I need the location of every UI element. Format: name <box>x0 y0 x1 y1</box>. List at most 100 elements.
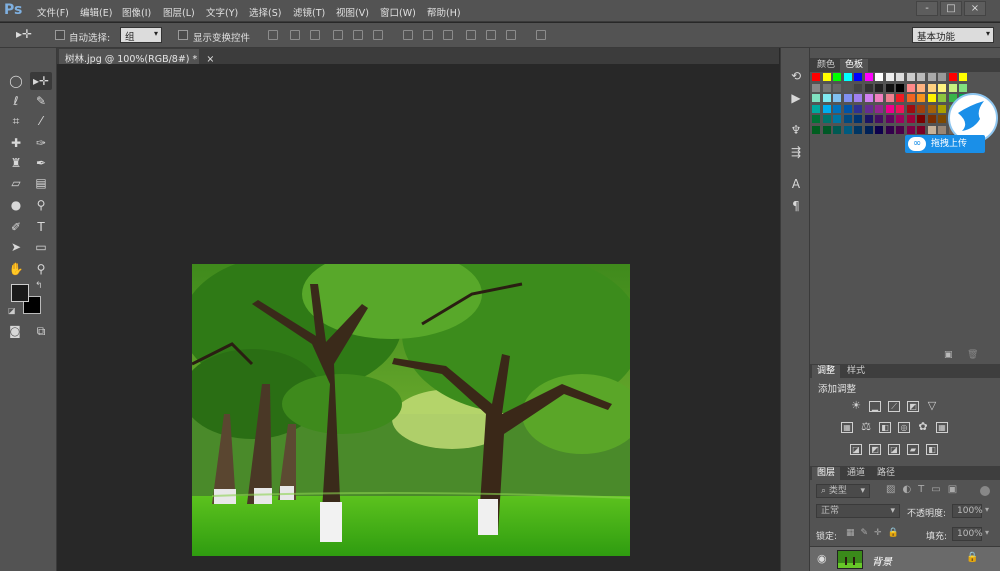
swatch-cell[interactable] <box>843 104 852 113</box>
menu-view[interactable]: 视图(V) <box>336 5 369 19</box>
distribute-top-icon[interactable] <box>403 30 413 40</box>
swatch-cell[interactable] <box>927 73 936 81</box>
lasso-tool-icon[interactable]: ℓ <box>5 92 27 110</box>
rectangle-tool-icon[interactable]: ▭ <box>30 238 52 256</box>
swatch-cell[interactable] <box>875 73 883 81</box>
swatch-cell[interactable] <box>906 83 915 92</box>
blend-mode-dropdown[interactable]: 正常 ▾ <box>816 504 900 518</box>
swatch-cell[interactable] <box>833 115 841 123</box>
path-select-tool-icon[interactable]: ➤ <box>5 238 27 256</box>
delete-swatch-icon[interactable]: 🗑 <box>967 350 978 360</box>
swatch-cell[interactable] <box>959 83 967 92</box>
hue-saturation-icon[interactable]: ▦ <box>841 422 853 433</box>
document-tab[interactable]: 树林.jpg @ 100%(RGB/8#) * × <box>59 49 214 65</box>
pen-tool-icon[interactable]: ✐ <box>5 218 27 236</box>
swatch-cell[interactable] <box>843 73 852 81</box>
levels-icon[interactable]: ▁ <box>869 401 881 412</box>
swatch-cell[interactable] <box>885 115 894 123</box>
upload-widget[interactable]: 拖拽上传 ∞ <box>904 93 1000 155</box>
exposure-icon[interactable]: ◩ <box>907 401 919 412</box>
layer-filter-icons[interactable]: ▨◐T▭▣ <box>886 484 964 495</box>
swatch-cell[interactable] <box>833 83 841 92</box>
swatch-cell[interactable] <box>833 104 841 113</box>
fill-input[interactable]: 100% <box>952 527 983 541</box>
paragraph-panel-icon[interactable]: ¶ <box>787 198 805 214</box>
swatch-cell[interactable] <box>938 83 946 92</box>
show-transform-checkbox[interactable] <box>178 30 188 40</box>
swatch-cell[interactable] <box>854 94 862 102</box>
distribute-hcenter-icon[interactable] <box>486 30 496 40</box>
color-lookup-icon[interactable]: ▦ <box>936 422 948 433</box>
swatch-cell[interactable] <box>854 83 862 92</box>
workspace-dropdown[interactable]: 基本功能 ▾ <box>912 27 994 43</box>
distribute-left-icon[interactable] <box>466 30 476 40</box>
swatch-cell[interactable] <box>864 73 873 81</box>
curves-icon[interactable]: ⟋ <box>888 401 900 412</box>
menu-layer[interactable]: 图层(L) <box>163 5 195 19</box>
type-tool-icon[interactable]: T <box>30 218 52 236</box>
black-white-icon[interactable]: ◧ <box>879 422 891 433</box>
clone-stamp-tool-icon[interactable]: ♜ <box>5 154 27 172</box>
swatch-cell[interactable] <box>843 125 852 134</box>
swatch-cell[interactable] <box>885 125 894 134</box>
tab-paths[interactable]: 路径 <box>872 467 900 480</box>
swatch-cell[interactable] <box>822 83 831 92</box>
tab-color[interactable]: 颜色 <box>812 59 840 72</box>
swatch-cell[interactable] <box>875 125 883 134</box>
distribute-right-icon[interactable] <box>506 30 516 40</box>
canvas-area[interactable] <box>57 64 779 571</box>
new-swatch-icon[interactable]: ▣ <box>944 350 953 360</box>
swatch-cell[interactable] <box>854 104 862 113</box>
swatch-cell[interactable] <box>917 73 925 81</box>
swatch-cell[interactable] <box>843 115 852 123</box>
distribute-bottom-icon[interactable] <box>443 30 453 40</box>
tab-adjustments[interactable]: 调整 <box>812 365 841 378</box>
color-balance-icon[interactable]: ⚖ <box>860 421 872 433</box>
distribute-vcenter-icon[interactable] <box>423 30 433 40</box>
threshold-icon[interactable]: ◪ <box>888 444 900 455</box>
eyedropper-tool-icon[interactable]: ⁄ <box>30 112 52 130</box>
swatch-cell[interactable] <box>875 104 883 113</box>
swatch-cell[interactable] <box>812 115 820 123</box>
align-vcenter-icon[interactable] <box>290 30 300 40</box>
blur-tool-icon[interactable]: ● <box>5 196 27 214</box>
maximize-button[interactable]: □ <box>940 1 962 16</box>
swatch-cell[interactable] <box>812 73 820 81</box>
swatch-cell[interactable] <box>896 94 904 102</box>
auto-select-dropdown[interactable]: 组 ▾ <box>120 27 162 43</box>
layer-row[interactable]: ◉ 背景 🔒 <box>810 546 1000 571</box>
swatch-cell[interactable] <box>896 125 904 134</box>
posterize-icon[interactable]: ◩ <box>869 444 881 455</box>
swatch-cell[interactable] <box>885 94 894 102</box>
history-panel-icon[interactable]: ⟲ <box>787 68 805 84</box>
move-tool-preset-icon[interactable]: ▸✛ <box>16 27 32 41</box>
eraser-tool-icon[interactable]: ▱ <box>5 174 27 192</box>
healing-brush-tool-icon[interactable]: ✚ <box>5 134 27 152</box>
swatch-cell[interactable] <box>812 83 820 92</box>
swatch-cell[interactable] <box>822 94 831 102</box>
quick-mask-icon[interactable]: ◙ <box>4 322 26 340</box>
forest-photo[interactable] <box>192 264 630 556</box>
tab-styles[interactable]: 样式 <box>842 365 870 378</box>
opacity-input[interactable]: 100% <box>952 504 983 518</box>
brush-panel-icon[interactable]: ♆ <box>787 122 805 138</box>
auto-select-checkbox[interactable] <box>55 30 65 40</box>
tab-swatches[interactable]: 色板 <box>840 59 869 72</box>
eye-icon[interactable]: ◉ <box>817 552 827 565</box>
hand-tool-icon[interactable]: ✋ <box>5 260 27 278</box>
menu-type[interactable]: 文字(Y) <box>206 5 238 19</box>
default-colors-icon[interactable]: ◪ <box>8 306 16 315</box>
swatch-cell[interactable] <box>885 104 894 113</box>
swap-colors-icon[interactable]: ↰ <box>35 281 43 291</box>
crop-tool-icon[interactable]: ⌗ <box>5 112 27 130</box>
brush-presets-icon[interactable]: ⇶ <box>787 144 805 160</box>
swatch-cell[interactable] <box>896 73 904 81</box>
swatch-cell[interactable] <box>854 73 862 81</box>
vibrance-icon[interactable]: ▽ <box>926 400 938 412</box>
menu-filter[interactable]: 滤镜(T) <box>293 5 325 19</box>
swatch-cell[interactable] <box>885 83 894 92</box>
marquee-tool-icon[interactable]: ◯ <box>5 72 27 90</box>
swatch-cell[interactable] <box>833 73 841 81</box>
opacity-chevron-icon[interactable]: ▾ <box>985 505 989 514</box>
zoom-tool-icon[interactable]: ⚲ <box>30 260 52 278</box>
